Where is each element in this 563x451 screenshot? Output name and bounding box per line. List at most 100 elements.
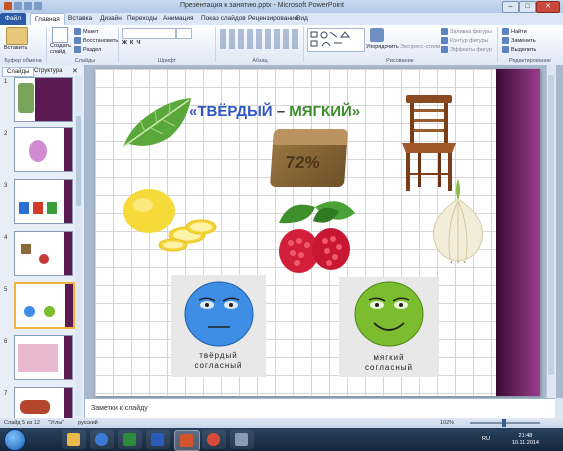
leaf-picture[interactable] (115, 92, 195, 152)
section-button[interactable]: Раздел (74, 46, 101, 53)
close-button[interactable]: ✕ (536, 1, 560, 13)
language-indicator[interactable]: RU (482, 436, 490, 442)
hard-consonant-card[interactable]: твёрдый согласный (171, 275, 266, 377)
lemon-picture[interactable] (123, 183, 221, 255)
save-icon[interactable] (14, 2, 22, 10)
shapes-gallery[interactable] (307, 28, 365, 52)
binoculars-icon (502, 28, 509, 35)
select-icon (502, 46, 509, 53)
powerpoint-icon (4, 2, 12, 10)
group-label-clipboard: Буфер обмена (4, 58, 42, 64)
raspberries-picture[interactable] (269, 193, 363, 283)
font-format-buttons[interactable]: ЖКЧ (122, 40, 143, 46)
panel-scrollbar[interactable] (75, 76, 82, 416)
maximize-button[interactable]: □ (519, 1, 536, 13)
taskbar-word[interactable] (146, 430, 170, 449)
replace-button[interactable]: Заменить (502, 37, 536, 44)
slide-thumbnail-7[interactable] (14, 387, 73, 419)
slide-thumbnail-1[interactable] (14, 77, 73, 122)
shapes-icon (310, 31, 351, 47)
slide-number: 5 (4, 287, 8, 293)
shape-fill-label: Заливка фигуры (450, 28, 493, 35)
undo-icon[interactable] (24, 2, 32, 10)
tab-outline[interactable]: Структура (30, 67, 66, 75)
new-slide-icon[interactable] (52, 27, 68, 43)
thumb-band (64, 232, 72, 275)
arrange-icon[interactable] (370, 28, 384, 42)
close-panel-icon[interactable]: ✕ (72, 67, 78, 75)
zoom-slider[interactable] (470, 419, 540, 427)
scroll-thumb[interactable] (548, 75, 554, 375)
tab-animations[interactable]: Анимация (159, 13, 198, 24)
tab-slideshow[interactable]: Показ слайдов (197, 13, 250, 24)
tab-insert[interactable]: Вставка (64, 13, 96, 24)
editor-scrollbar[interactable] (546, 65, 556, 398)
sad-face-icon (184, 281, 254, 347)
new-slide-button[interactable]: Создать слайд (50, 43, 72, 55)
quick-styles-button[interactable]: Экспресс-стили (400, 44, 440, 50)
status-lang[interactable]: русский (78, 420, 98, 426)
notes-pane[interactable]: Заметки к слайду (85, 398, 555, 419)
ribbon-separator (303, 27, 304, 62)
find-button[interactable]: Найти (502, 28, 527, 35)
status-zoom[interactable]: 102% (440, 420, 454, 426)
slide-thumbnail-6[interactable] (14, 335, 73, 380)
clipboard-icon[interactable] (6, 27, 28, 45)
slide-thumbnail-5[interactable] (14, 282, 75, 329)
slide-number: 2 (4, 131, 8, 137)
clock-time: 21:48 (518, 433, 533, 439)
thumb-picture (21, 244, 31, 254)
soft-label-line1: мягкий (373, 353, 405, 362)
title-soft: МЯГКИЙ» (289, 103, 361, 120)
arrange-button[interactable]: Упорядочить (366, 44, 399, 50)
zoom-slider-thumb[interactable] (502, 419, 506, 427)
thumb-band (64, 336, 72, 379)
taskbar-app[interactable] (230, 430, 254, 449)
slide-title[interactable]: «ТВЁРДЫЙ – МЯГКИЙ» (189, 103, 360, 120)
tab-view[interactable]: Вид (292, 13, 312, 24)
minimize-button[interactable]: – (502, 1, 519, 13)
select-button[interactable]: Выделить (502, 46, 536, 53)
shape-outline-label: Контур фигуры (450, 37, 489, 44)
start-button[interactable] (4, 429, 26, 451)
taskbar: RU 21:48 10.11.2014 (0, 428, 563, 451)
taskbar-media[interactable] (90, 430, 114, 449)
tab-file[interactable]: Файл (0, 13, 26, 25)
reset-button[interactable]: Восстановить (74, 37, 118, 44)
layout-button[interactable]: Макет (74, 28, 99, 35)
slide-thumbnail-3[interactable] (14, 179, 73, 224)
soap-picture[interactable]: 72% (269, 129, 349, 187)
redo-icon[interactable] (34, 2, 42, 10)
slide-editor: «ТВЁРДЫЙ – МЯГКИЙ» 72% твёрдый согласный… (85, 65, 563, 398)
clock[interactable]: 21:48 10.11.2014 (512, 433, 539, 447)
slide-thumbnail-2[interactable] (14, 127, 73, 172)
scroll-thumb[interactable] (76, 116, 81, 206)
shape-fill-button[interactable]: Заливка фигуры (441, 28, 492, 35)
taskbar-explorer[interactable] (62, 430, 86, 449)
ribbon-separator (118, 27, 119, 62)
tab-home[interactable]: Главная (30, 13, 65, 25)
onion-picture[interactable] (428, 177, 488, 263)
quick-access-toolbar[interactable] (4, 2, 44, 12)
shape-outline-button[interactable]: Контур фигуры (441, 37, 488, 44)
tab-design[interactable]: Дизайн (96, 13, 126, 24)
ribbon-separator (46, 27, 47, 62)
group-label-paragraph: Абзац (252, 58, 268, 64)
tab-transitions[interactable]: Переходы (123, 13, 162, 24)
slide-canvas[interactable]: «ТВЁРДЫЙ – МЯГКИЙ» 72% твёрдый согласный… (95, 69, 540, 396)
taskbar-powerpoint[interactable] (174, 430, 200, 451)
shape-effects-button[interactable]: Эффекты фигур (441, 46, 492, 53)
paste-button[interactable]: Вставить (4, 45, 27, 51)
taskbar-chrome[interactable] (202, 430, 226, 449)
hard-label-line1: твёрдый (199, 351, 238, 360)
ribbon-separator (497, 27, 498, 62)
paragraph-tools[interactable] (220, 29, 300, 49)
font-name-select[interactable] (122, 28, 176, 39)
layout-icon (74, 28, 81, 35)
font-size-select[interactable] (176, 28, 192, 39)
slide-thumbnail-4[interactable] (14, 231, 73, 276)
slide-decor-band (496, 69, 540, 396)
taskbar-excel[interactable] (118, 430, 142, 449)
soft-consonant-card[interactable]: мягкий согласный (339, 277, 439, 377)
powerpoint-icon (180, 434, 193, 447)
